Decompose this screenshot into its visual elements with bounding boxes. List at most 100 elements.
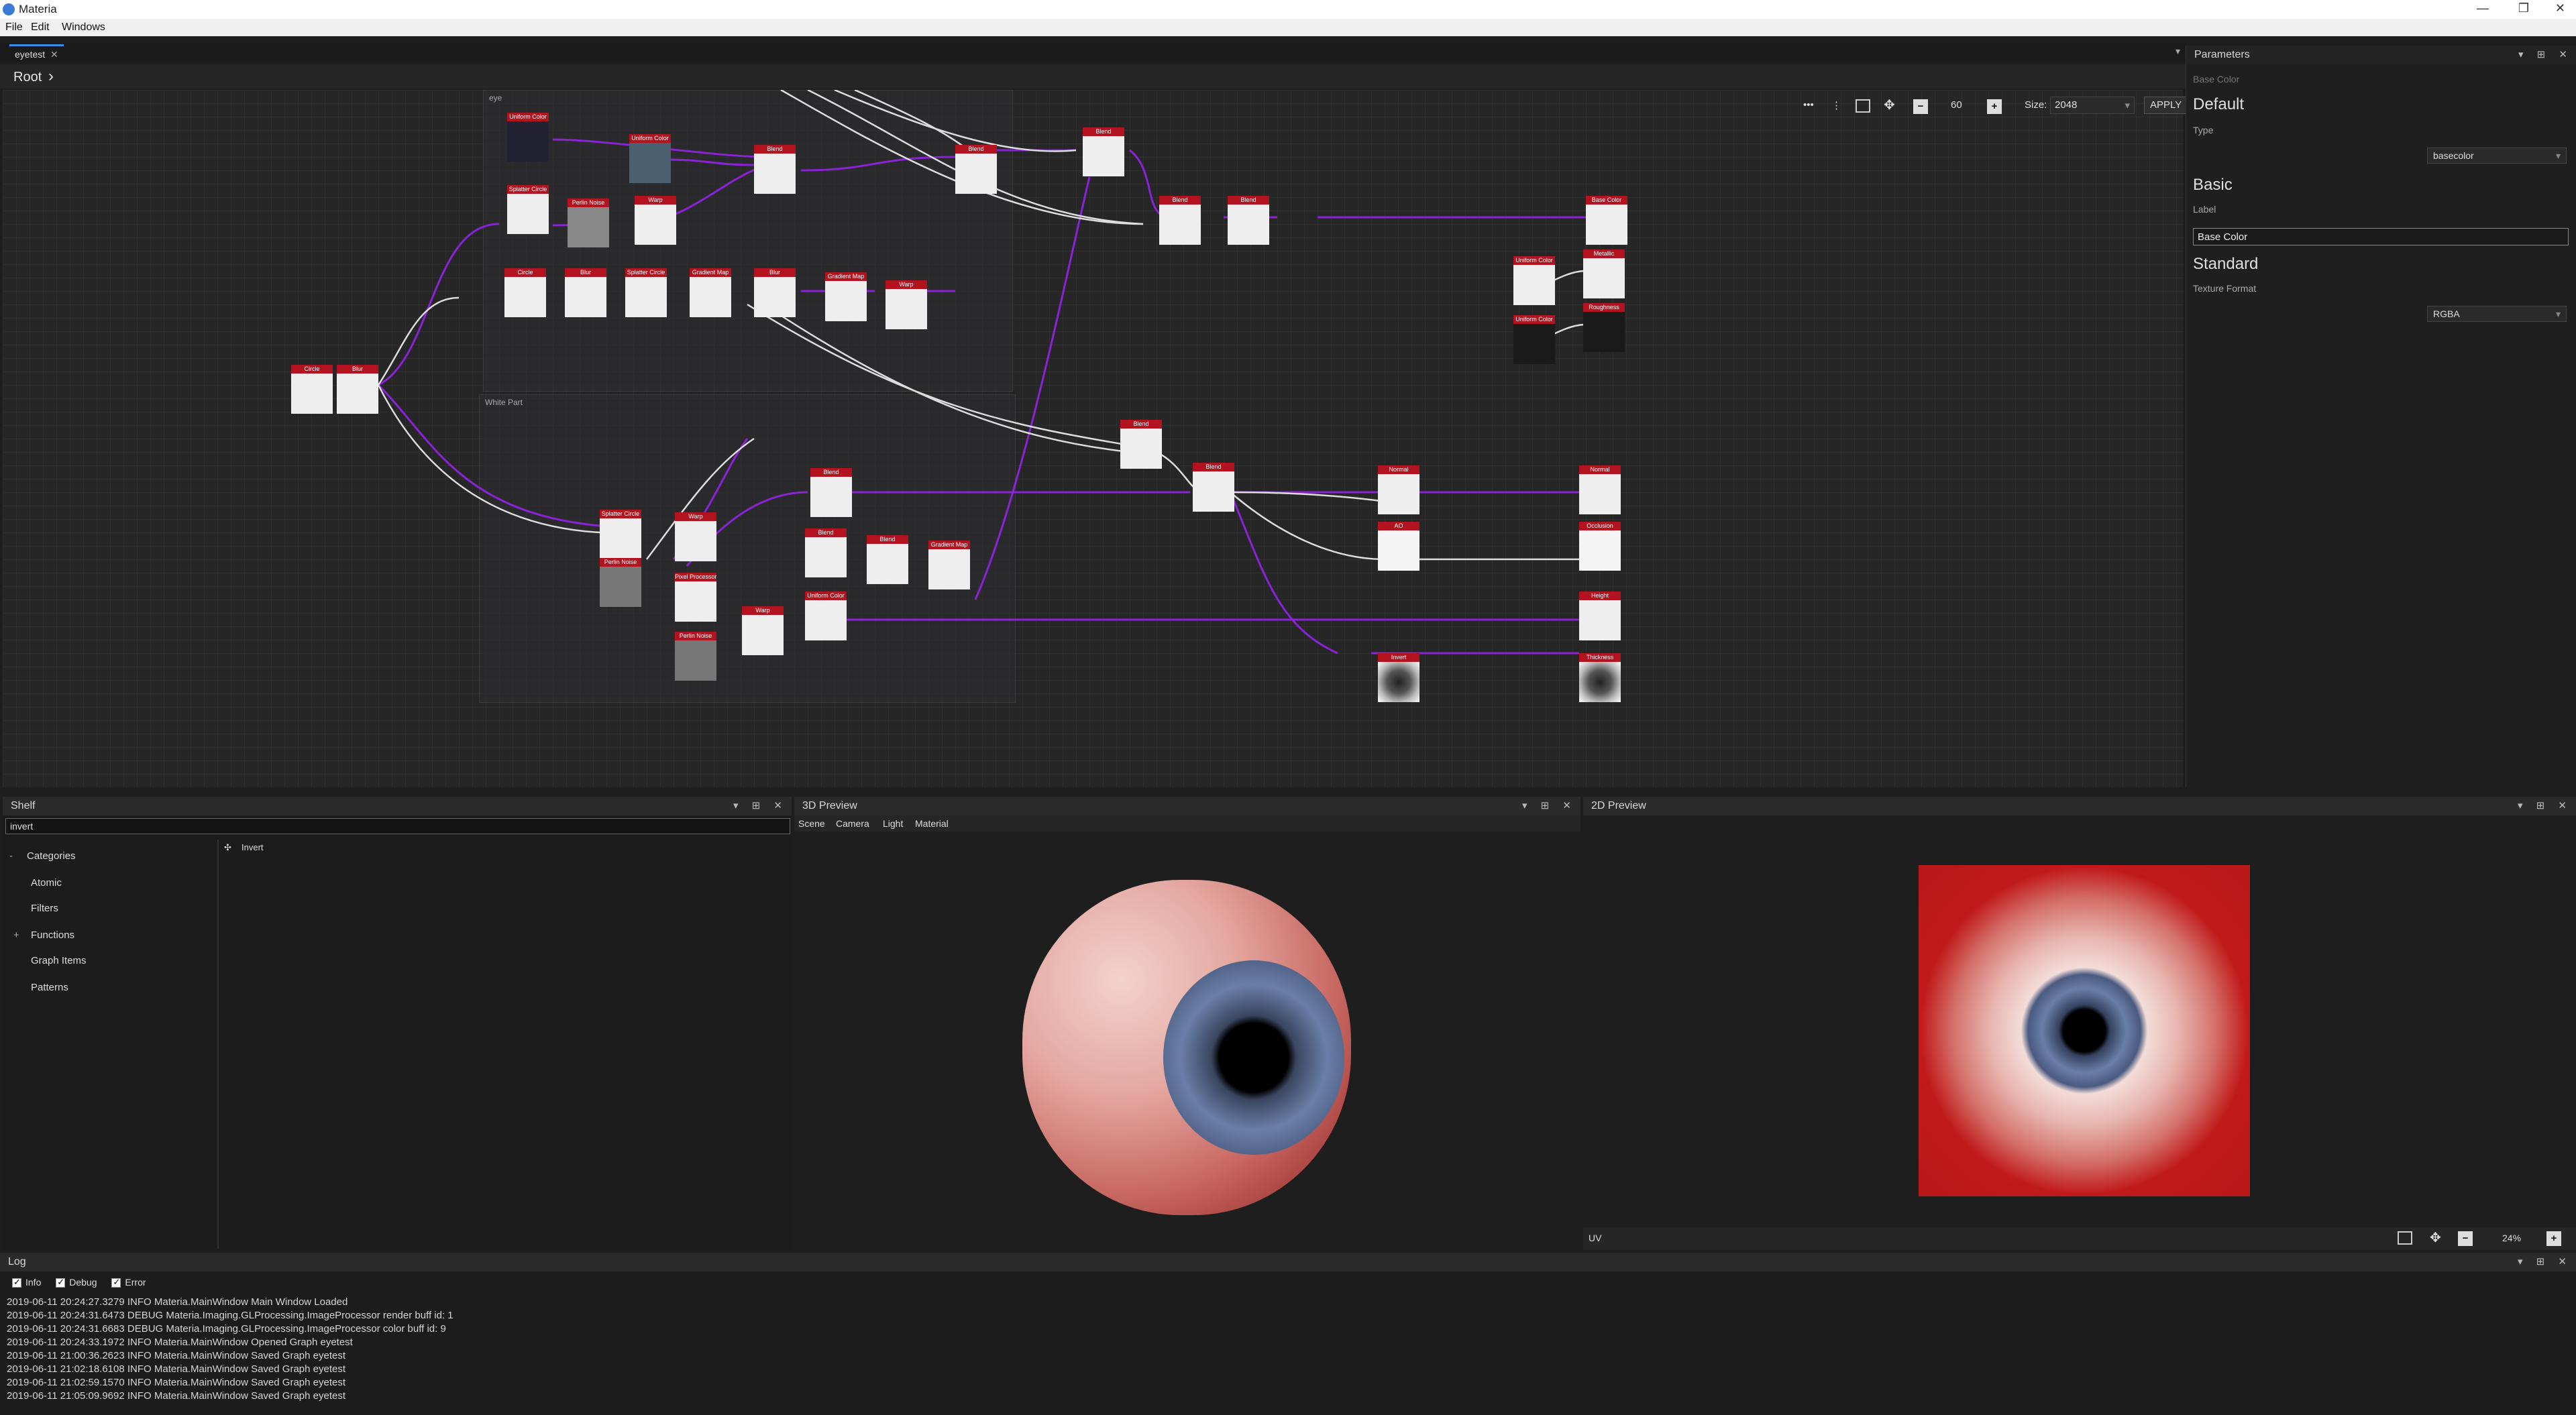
vertical-dots-icon[interactable]: ⋮: [1831, 99, 1841, 111]
tree-item-functions[interactable]: Functions: [31, 929, 74, 941]
zoom-in-button[interactable]: +: [1987, 99, 2002, 114]
menu-windows[interactable]: Windows: [62, 21, 105, 34]
node-blend[interactable]: Blend: [955, 145, 997, 194]
node-warp[interactable]: Warp: [885, 280, 927, 329]
node-uniform-color[interactable]: Uniform Color: [805, 591, 847, 640]
node-splatter-circle[interactable]: Splatter Circle: [600, 510, 641, 559]
zoom-out-button[interactable]: −: [1913, 99, 1928, 114]
node-ao[interactable]: AO: [1378, 522, 1419, 571]
checkbox-debug[interactable]: [56, 1277, 66, 1288]
log-line: 2019-06-11 20:24:33.1972 INFO Materia.Ma…: [7, 1337, 353, 1348]
label-input[interactable]: Base Color: [2193, 228, 2569, 245]
preview3d-title: 3D Preview: [802, 800, 857, 811]
shelf-divider: [217, 840, 219, 1249]
size-select[interactable]: 2048 ▾: [2050, 97, 2135, 114]
menu-material[interactable]: Material: [915, 818, 949, 829]
panel-controls-icon[interactable]: ▾ ⊞ ✕: [2518, 1255, 2572, 1267]
panel-controls-icon[interactable]: ▾ ⊞ ✕: [2518, 48, 2573, 60]
node-uniform-color[interactable]: Uniform Color: [507, 113, 549, 162]
node-uniform-color[interactable]: Uniform Color: [629, 134, 671, 183]
node-graph-canvas[interactable]: eye White Part Uniform Color Uniform Col…: [3, 90, 2183, 787]
minimize-icon[interactable]: —: [2477, 1, 2489, 15]
checkbox-info[interactable]: [12, 1277, 21, 1288]
node-blend[interactable]: Blend: [1159, 196, 1201, 245]
node-gradient-map[interactable]: Gradient Map: [928, 541, 970, 589]
apply-button[interactable]: APPLY: [2144, 97, 2188, 114]
panel-controls-icon[interactable]: ▾ ⊞ ✕: [1522, 799, 1576, 811]
preview3d-panel[interactable]: Scene Camera Light Material: [794, 815, 1580, 1250]
image-preview-icon[interactable]: [1856, 99, 1870, 113]
fit-view-icon[interactable]: ✥: [2430, 1229, 2441, 1246]
node-output-roughness[interactable]: Roughness: [1583, 303, 1625, 352]
node-pixel-processor[interactable]: Pixel Processor: [675, 573, 716, 622]
node-blur[interactable]: Blur: [565, 268, 606, 317]
node-gradient-map[interactable]: Gradient Map: [825, 272, 867, 321]
zoom-out-button[interactable]: −: [2458, 1231, 2473, 1246]
node-output-metallic[interactable]: Metallic: [1583, 249, 1625, 298]
image-preview-icon[interactable]: [2398, 1231, 2412, 1245]
expand-icon[interactable]: +: [13, 929, 19, 941]
node-perlin-noise[interactable]: Perlin Noise: [675, 632, 716, 681]
tree-item-filters[interactable]: Filters: [31, 903, 58, 914]
zoom-in-button[interactable]: +: [2546, 1231, 2561, 1246]
shelf-result-invert[interactable]: Invert: [241, 842, 264, 852]
node-gradient-map[interactable]: Gradient Map: [690, 268, 731, 317]
menu-file[interactable]: File: [5, 21, 23, 34]
node-warp[interactable]: Warp: [742, 606, 784, 655]
tree-item-atomic[interactable]: Atomic: [31, 877, 62, 889]
menu-edit[interactable]: Edit: [31, 21, 50, 34]
tree-item-graph-items[interactable]: Graph Items: [31, 955, 87, 966]
type-select[interactable]: basecolor ▾: [2427, 148, 2567, 164]
node-circle[interactable]: Circle: [504, 268, 546, 317]
node-splatter-circle[interactable]: Splatter Circle: [507, 185, 549, 234]
tab-eyetest[interactable]: eyetest ✕: [9, 44, 64, 62]
node-blend[interactable]: Blend: [1193, 463, 1234, 512]
node-splatter-circle[interactable]: Splatter Circle: [625, 268, 667, 317]
texture-format-select[interactable]: RGBA ▾: [2427, 306, 2567, 322]
close-icon[interactable]: ✕: [2555, 1, 2565, 15]
tree-categories[interactable]: Categories: [27, 850, 76, 862]
node-warp[interactable]: Warp: [675, 512, 716, 561]
iris-3d: [1163, 960, 1344, 1155]
node-uniform-color[interactable]: Uniform Color: [1513, 315, 1555, 364]
node-invert[interactable]: Invert: [1378, 653, 1419, 702]
panel-controls-icon[interactable]: ▾ ⊞ ✕: [2518, 799, 2572, 811]
tab-menu-icon[interactable]: ▾: [2176, 46, 2180, 57]
menu-light[interactable]: Light: [883, 818, 903, 829]
node-circle[interactable]: Circle: [291, 365, 333, 414]
node-warp[interactable]: Warp: [635, 196, 676, 245]
node-blend[interactable]: Blend: [1120, 420, 1162, 469]
menu-camera[interactable]: Camera: [836, 818, 869, 829]
node-output-base-color[interactable]: Base Color: [1586, 196, 1627, 245]
node-blend[interactable]: Blend: [805, 528, 847, 577]
node-blend[interactable]: Blend: [1228, 196, 1269, 245]
node-blend[interactable]: Blend: [810, 468, 852, 517]
node-blur[interactable]: Blur: [754, 268, 796, 317]
panel-controls-icon[interactable]: ▾ ⊞ ✕: [733, 799, 788, 811]
node-output-height[interactable]: Height: [1579, 591, 1621, 640]
preview2d-header: 2D Preview ▾ ⊞ ✕: [1583, 797, 2576, 815]
node-uniform-color[interactable]: Uniform Color: [1513, 256, 1555, 305]
node-normal[interactable]: Normal: [1378, 465, 1419, 514]
node-blend[interactable]: Blend: [754, 145, 796, 194]
more-options-icon[interactable]: •••: [1803, 99, 1814, 111]
node-output-normal[interactable]: Normal: [1579, 465, 1621, 514]
node-blend[interactable]: Blend: [867, 535, 908, 584]
shelf-search-input[interactable]: invert: [5, 818, 790, 834]
node-output-thickness[interactable]: Thickness: [1579, 653, 1621, 702]
fit-view-icon[interactable]: ✥: [1884, 97, 1895, 113]
menu-scene[interactable]: Scene: [798, 818, 825, 829]
uv-label[interactable]: UV: [1589, 1233, 1601, 1243]
restore-icon[interactable]: ❐: [2518, 1, 2529, 15]
collapse-icon[interactable]: -: [9, 850, 13, 862]
tree-item-patterns[interactable]: Patterns: [31, 982, 68, 993]
node-output-occlusion[interactable]: Occlusion: [1579, 522, 1621, 571]
node-perlin-noise[interactable]: Perlin Noise: [600, 558, 641, 607]
node-blend[interactable]: Blend: [1083, 127, 1124, 176]
tab-close-icon[interactable]: ✕: [50, 49, 58, 60]
node-perlin-noise[interactable]: Perlin Noise: [568, 199, 609, 247]
preview2d-panel[interactable]: [1583, 815, 2576, 1250]
checkbox-error[interactable]: [111, 1277, 121, 1288]
node-blur[interactable]: Blur: [337, 365, 378, 414]
breadcrumb-root[interactable]: Root: [13, 70, 42, 85]
